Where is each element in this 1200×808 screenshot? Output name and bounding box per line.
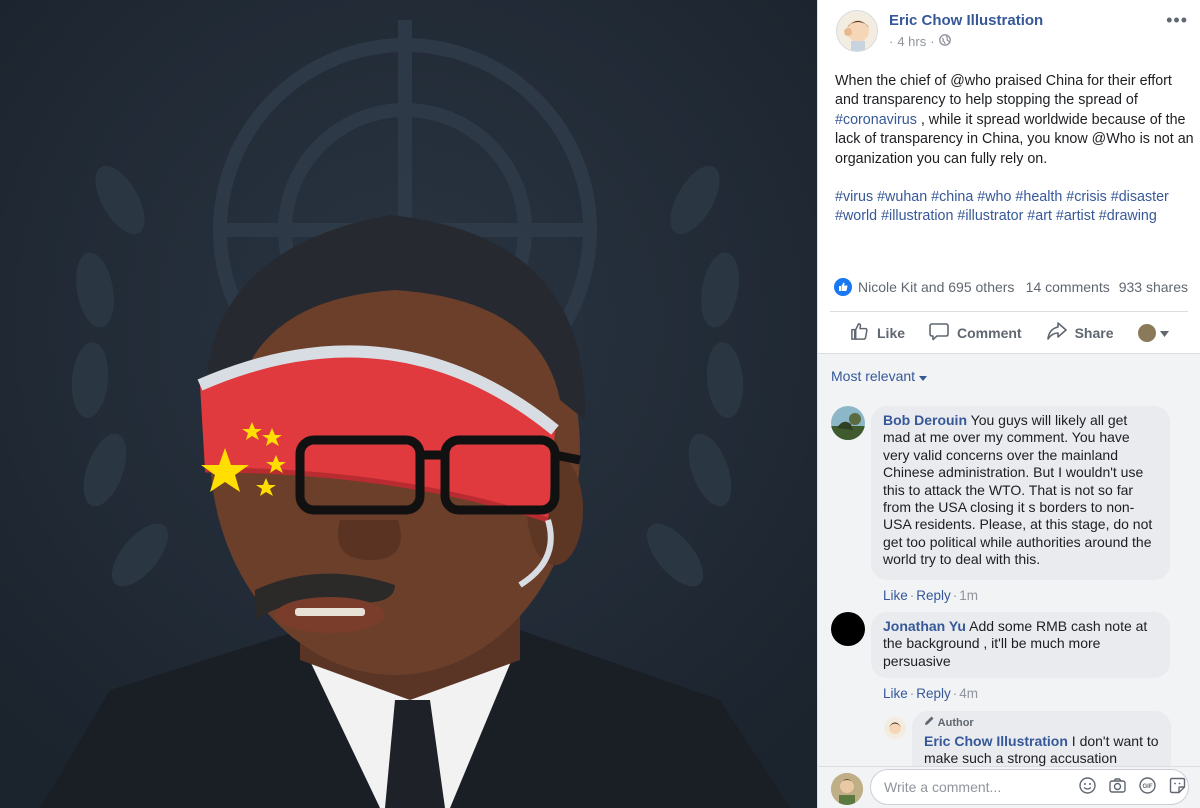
comment-like-link[interactable]: Like <box>883 686 908 701</box>
comment-actions: Like · Reply · 4m <box>883 686 978 701</box>
commenter-avatar[interactable] <box>831 406 865 440</box>
reactions-count[interactable]: Nicole Kit and 695 others <box>858 279 1014 295</box>
author-badge-label: Author <box>937 717 974 729</box>
sort-label: Most relevant <box>831 368 916 384</box>
post-stats: Nicole Kit and 695 others 14 comments 93… <box>834 276 1188 298</box>
post-hashtags: #virus #wuhan #china #who #health #crisi… <box>835 188 1195 227</box>
post-message: When the chief of @who praised China for… <box>835 72 1195 169</box>
comment-like-link[interactable]: Like <box>883 588 908 603</box>
comment-reply-link[interactable]: Reply <box>916 588 951 603</box>
post-actions: Like Comment Share <box>830 311 1188 353</box>
post-time[interactable]: 4 hrs <box>897 34 926 49</box>
post-meta: · 4 hrs · <box>889 34 951 49</box>
comment-bubble: Jonathan Yu Add some RMB cash note at th… <box>871 612 1170 678</box>
like-reaction-icon <box>834 278 852 296</box>
share-button[interactable]: Share <box>1046 322 1114 343</box>
link-separator: · <box>952 588 958 603</box>
commenter-name[interactable]: Eric Chow Illustration <box>924 733 1068 749</box>
sort-comments-dropdown[interactable]: Most relevant <box>831 368 927 384</box>
comment-item: Jonathan Yu Add some RMB cash note at th… <box>831 612 1188 712</box>
camera-icon[interactable] <box>1108 776 1126 794</box>
pencil-icon <box>924 716 938 729</box>
reply-author-avatar[interactable] <box>884 717 906 739</box>
comments-count[interactable]: 14 comments <box>1026 279 1110 295</box>
comment-button[interactable]: Comment <box>929 322 1022 344</box>
more-options-icon[interactable]: ••• <box>1166 10 1188 31</box>
illustration-art <box>0 0 817 808</box>
commenter-avatar[interactable] <box>831 612 865 646</box>
comment-composer: Write a comment... GIF <box>818 766 1200 808</box>
like-button[interactable]: Like <box>850 322 905 344</box>
emoji-icon[interactable] <box>1078 776 1096 794</box>
meta-separator: · <box>889 34 894 49</box>
post-panel: Eric Chow Illustration · 4 hrs · ••• Whe… <box>817 0 1200 808</box>
post-illustration[interactable] <box>0 0 817 808</box>
user-avatar <box>831 773 863 805</box>
shares-count[interactable]: 933 shares <box>1119 279 1188 295</box>
author-name[interactable]: Eric Chow Illustration <box>889 12 1043 29</box>
page-avatar <box>1137 323 1156 342</box>
composer-icons: GIF <box>1078 776 1186 794</box>
comment-item: Bob Derouin You guys will likely all get… <box>831 406 1188 646</box>
share-icon <box>1046 322 1067 343</box>
comment-time[interactable]: 4m <box>959 686 978 701</box>
comment-label: Comment <box>957 324 1022 341</box>
sticker-icon[interactable] <box>1168 776 1186 794</box>
chevron-down-icon <box>1159 324 1169 342</box>
comment-text: You guys will likely all get mad at me o… <box>883 412 1153 568</box>
globe-icon[interactable] <box>938 34 951 49</box>
comment-time[interactable]: 1m <box>959 588 978 603</box>
comment-icon <box>929 322 949 344</box>
post-as-selector[interactable] <box>1137 323 1169 342</box>
comments-section: Most relevant Bob Derouin You guys will … <box>818 353 1200 808</box>
comment-actions: Like · Reply · 1m <box>883 588 978 603</box>
share-label: Share <box>1074 324 1114 341</box>
comment-reply-link[interactable]: Reply <box>916 686 951 701</box>
link-separator: · <box>909 686 915 701</box>
author-avatar[interactable] <box>836 10 878 52</box>
author-badge: Author <box>924 715 1159 730</box>
meta-separator: · <box>930 34 935 49</box>
post-header: Eric Chow Illustration · 4 hrs · ••• <box>836 10 1188 56</box>
hashtag-link[interactable]: #coronavirus <box>835 112 917 128</box>
gif-icon[interactable]: GIF <box>1138 776 1156 794</box>
post-text-part: When the chief of @who praised China for… <box>835 73 1172 109</box>
svg-text:GIF: GIF <box>1142 784 1152 790</box>
post-body: When the chief of @who praised China for… <box>835 72 1195 246</box>
caret-down-icon <box>918 368 927 384</box>
like-label: Like <box>877 324 906 341</box>
hashtags-line[interactable]: #world #illustration #illustrator #art #… <box>835 208 1157 224</box>
comment-input-placeholder: Write a comment... <box>884 779 1002 795</box>
hashtags-line[interactable]: #virus #wuhan #china #who #health #crisi… <box>835 189 1169 205</box>
thumbs-up-icon <box>850 322 869 344</box>
link-separator: · <box>909 588 915 603</box>
link-separator: · <box>952 686 958 701</box>
commenter-name[interactable]: Bob Derouin <box>883 412 967 428</box>
commenter-name[interactable]: Jonathan Yu <box>883 618 966 634</box>
comment-bubble: Bob Derouin You guys will likely all get… <box>871 406 1170 580</box>
